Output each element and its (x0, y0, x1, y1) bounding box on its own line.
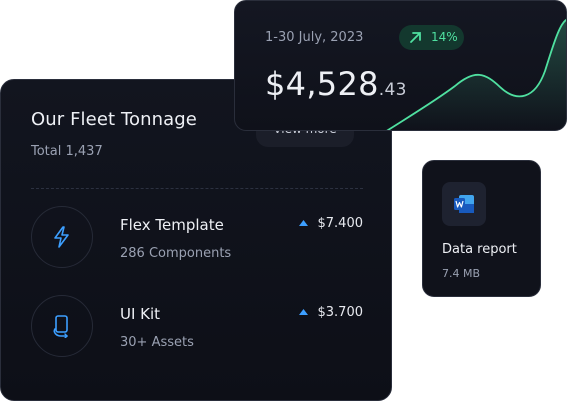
revenue-amount: $4,528.43 (265, 65, 407, 103)
arrow-up-right-icon (410, 32, 421, 43)
date-range: 1-30 July, 2023 (265, 30, 364, 45)
item-name: UI Kit (120, 305, 161, 323)
change-badge: 14% (399, 25, 464, 50)
caret-up-icon (299, 220, 308, 226)
item-sub: 286 Components (120, 246, 232, 261)
list-item[interactable]: Flex Template 286 Components $7.400 (31, 206, 363, 270)
item-price: $7.400 (317, 216, 364, 231)
lightning-icon (31, 206, 93, 268)
list-item[interactable]: UI Kit 30+ Assets $3.700 (31, 295, 363, 359)
divider (31, 188, 363, 189)
fleet-total: Total 1,437 (31, 144, 103, 159)
caret-up-icon (299, 309, 308, 315)
report-name: Data report (442, 242, 517, 257)
phone-icon (31, 295, 93, 357)
item-price: $3.700 (317, 305, 364, 320)
report-size: 7.4 MB (442, 267, 481, 280)
item-sub: 30+ Assets (120, 335, 194, 350)
revenue-card: 1-30 July, 2023 14% $4,528.43 (234, 0, 567, 131)
amount-cents: .43 (378, 80, 407, 100)
change-value: 14% (431, 30, 458, 44)
data-report-card[interactable]: Data report 7.4 MB (422, 160, 541, 297)
item-name: Flex Template (120, 216, 224, 234)
word-file-icon (442, 182, 486, 226)
fleet-title: Our Fleet Tonnage (31, 109, 197, 130)
amount-main: $4,528 (265, 65, 379, 103)
